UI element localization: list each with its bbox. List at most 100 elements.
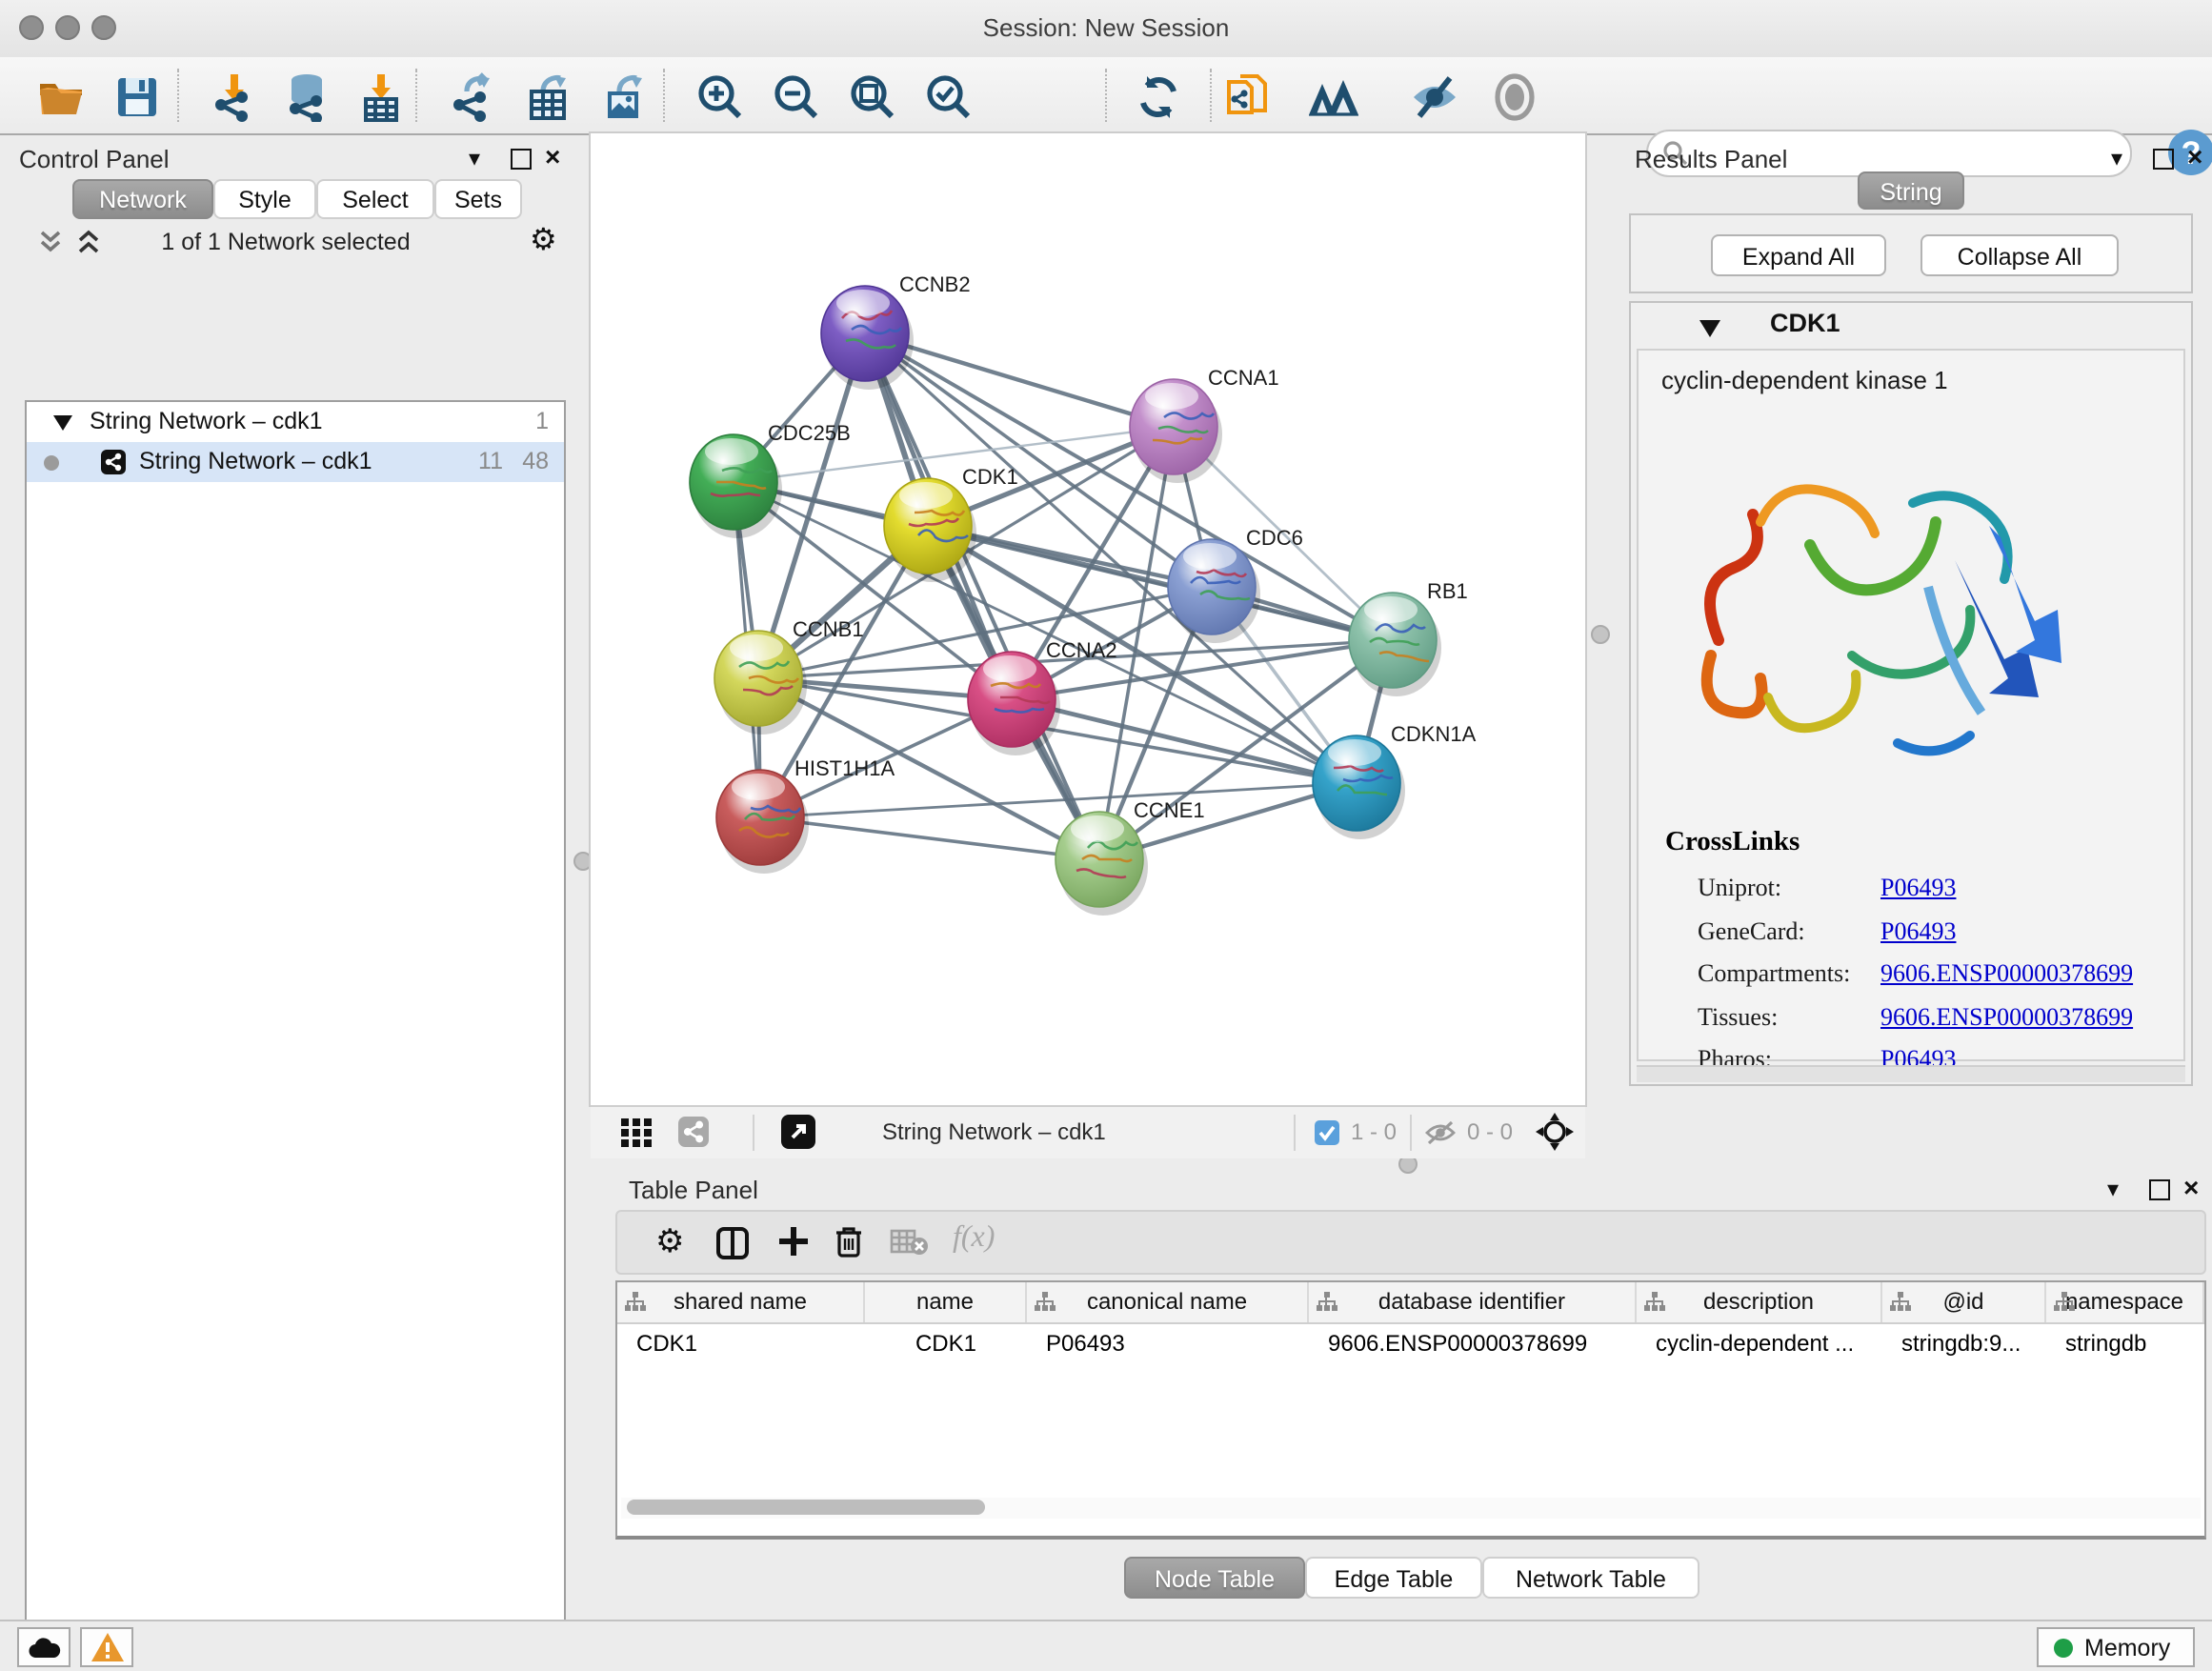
table-panel-close-icon[interactable]: × xyxy=(2183,1172,2199,1202)
left-splitter-handle[interactable] xyxy=(573,852,593,871)
zoom-out-icon[interactable] xyxy=(772,72,821,122)
show-columns-icon[interactable] xyxy=(716,1227,749,1259)
column-header-name[interactable]: name xyxy=(865,1282,1027,1322)
network-node-ccna1[interactable]: CCNA1 xyxy=(1130,366,1279,483)
tab-style[interactable]: Style xyxy=(213,179,316,219)
column-header-shared-name[interactable]: shared name xyxy=(617,1282,865,1322)
network-options-gear-icon[interactable]: ⚙ xyxy=(530,221,557,259)
birdseye-toggle-icon[interactable] xyxy=(1536,1113,1574,1151)
network-edge[interactable] xyxy=(928,526,1393,640)
network-tree-child-row[interactable]: String Network – cdk1 11 48 xyxy=(27,442,564,482)
selected-checkbox-icon[interactable] xyxy=(1315,1120,1339,1145)
network-node-cdkn1a[interactable]: CDKN1A xyxy=(1313,722,1477,839)
results-panel-float-icon[interactable]: ▾ xyxy=(2111,145,2122,171)
network-edge[interactable] xyxy=(760,817,1099,859)
results-actions-box: Expand All Collapse All xyxy=(1629,213,2193,293)
column-header-description[interactable]: description xyxy=(1637,1282,1882,1322)
column-header-canonical-name[interactable]: canonical name xyxy=(1027,1282,1309,1322)
show-graphics-icon[interactable] xyxy=(1490,72,1539,122)
refresh-icon[interactable] xyxy=(1134,72,1183,122)
tab-network-table[interactable]: Network Table xyxy=(1482,1557,1699,1599)
delete-table-icon[interactable] xyxy=(890,1229,928,1256)
table-cell[interactable]: CDK1 xyxy=(865,1324,1027,1364)
table-settings-gear-icon[interactable]: ⚙ xyxy=(655,1223,685,1261)
tree-expand-icon[interactable] xyxy=(53,415,72,431)
network-node-cdc6[interactable]: CDC6 xyxy=(1168,526,1303,643)
table-cell[interactable]: 9606.ENSP00000378699 xyxy=(1309,1324,1637,1364)
tab-string[interactable]: String xyxy=(1858,171,1964,210)
cloud-status-button[interactable] xyxy=(17,1627,70,1667)
table-cell[interactable]: CDK1 xyxy=(617,1324,865,1364)
crosslink-row: Compartments: 9606.ENSP00000378699 xyxy=(1639,955,2187,997)
table-panel-float-icon[interactable]: ▾ xyxy=(2107,1176,2119,1202)
node-count: 11 xyxy=(478,448,503,474)
network-tree-root-row[interactable]: String Network – cdk1 1 xyxy=(27,402,564,442)
tab-network[interactable]: Network xyxy=(72,179,213,219)
table-cell[interactable]: P06493 xyxy=(1027,1324,1309,1364)
expand-all-button[interactable]: Expand All xyxy=(1711,234,1886,276)
delete-column-icon[interactable] xyxy=(835,1225,863,1259)
export-image-icon[interactable] xyxy=(600,72,650,122)
gene-section: CDK1 cyclin-dependent kinase 1 xyxy=(1629,301,2193,1086)
import-table-icon[interactable] xyxy=(356,72,406,122)
right-splitter-handle[interactable] xyxy=(1591,625,1610,644)
tab-sets[interactable]: Sets xyxy=(434,179,522,219)
network-node-cdc25b[interactable]: CDC25B xyxy=(690,421,851,538)
network-node-ccnb2[interactable]: CCNB2 xyxy=(821,272,971,390)
zoom-selected-icon[interactable] xyxy=(924,72,974,122)
crosslink-link[interactable]: 9606.ENSP00000378699 xyxy=(1880,1001,2133,1032)
tab-node-table[interactable]: Node Table xyxy=(1124,1557,1305,1599)
detach-view-icon[interactable] xyxy=(781,1115,815,1149)
table-header-row: shared namenamecanonical namedatabase id… xyxy=(617,1282,2204,1324)
results-panel-title: Results Panel xyxy=(1635,145,1787,173)
tab-edge-table[interactable]: Edge Table xyxy=(1305,1557,1482,1599)
add-column-icon[interactable] xyxy=(777,1225,810,1258)
crosslink-link[interactable]: P06493 xyxy=(1880,873,1956,903)
network-edge[interactable] xyxy=(865,333,1099,859)
tab-select[interactable]: Select xyxy=(316,179,434,219)
table-cell[interactable]: cyclin-dependent ... xyxy=(1637,1324,1882,1364)
network-node-rb1[interactable]: RB1 xyxy=(1349,579,1468,696)
horizontal-scrollbar[interactable] xyxy=(621,1498,2201,1519)
column-header-namespace[interactable]: namespace xyxy=(2046,1282,2204,1322)
gene-collapse-icon[interactable] xyxy=(1699,320,1720,337)
hidden-eye-icon[interactable] xyxy=(1425,1120,1456,1145)
crosslink-link[interactable]: 9606.ENSP00000378699 xyxy=(1880,958,2133,989)
grid-view-icon[interactable] xyxy=(621,1118,652,1147)
results-panel-close-icon[interactable]: × xyxy=(2187,141,2202,171)
table-panel-maximize-icon[interactable] xyxy=(2149,1179,2170,1200)
zoom-in-icon[interactable] xyxy=(695,72,745,122)
results-scrollbar[interactable] xyxy=(1637,1065,2185,1082)
crosslink-label: Compartments: xyxy=(1698,958,1850,989)
import-database-icon[interactable] xyxy=(282,72,332,122)
import-network-icon[interactable] xyxy=(210,72,259,122)
network-node-hist1h1a[interactable]: HIST1H1A xyxy=(716,756,895,874)
network-node-cdk1[interactable]: CDK1 xyxy=(884,465,1018,582)
control-panel-float-icon[interactable]: ▾ xyxy=(469,145,480,171)
copy-network-icon[interactable] xyxy=(1223,72,1273,122)
function-builder-icon[interactable]: f(x) xyxy=(953,1221,995,1256)
results-panel-maximize-icon[interactable] xyxy=(2153,149,2174,170)
column-type-icon xyxy=(1644,1292,1665,1313)
network-view-share-icon[interactable] xyxy=(678,1117,709,1147)
zoom-fit-icon[interactable] xyxy=(848,72,897,122)
control-panel-maximize-icon[interactable] xyxy=(511,149,532,170)
table-row[interactable]: CDK1CDK1P064939606.ENSP00000378699cyclin… xyxy=(617,1324,2204,1364)
control-panel-close-icon[interactable]: × xyxy=(545,141,560,171)
birdseye-view-icon[interactable] xyxy=(1309,72,1358,122)
export-network-icon[interactable] xyxy=(448,72,497,122)
table-cell[interactable]: stringdb xyxy=(2046,1324,2204,1364)
export-table-icon[interactable] xyxy=(524,72,573,122)
column-header--id[interactable]: @id xyxy=(1882,1282,2046,1322)
warning-status-button[interactable] xyxy=(80,1627,133,1667)
hide-graphics-icon[interactable] xyxy=(1410,72,1459,122)
collapse-all-button[interactable]: Collapse All xyxy=(1920,234,2119,276)
crosslink-link[interactable]: P06493 xyxy=(1880,916,1956,946)
memory-button[interactable]: Memory xyxy=(2037,1627,2195,1667)
open-session-icon[interactable] xyxy=(36,72,86,122)
save-session-icon[interactable] xyxy=(112,72,162,122)
table-cell[interactable]: stringdb:9... xyxy=(1882,1324,2046,1364)
scrollbar-thumb[interactable] xyxy=(627,1500,985,1515)
network-canvas[interactable]: CCNB2CCNA1CDC25BCDK1CDC6RB1CCNB1CCNA2CDK… xyxy=(591,133,1585,1105)
column-header-database-identifier[interactable]: database identifier xyxy=(1309,1282,1637,1322)
